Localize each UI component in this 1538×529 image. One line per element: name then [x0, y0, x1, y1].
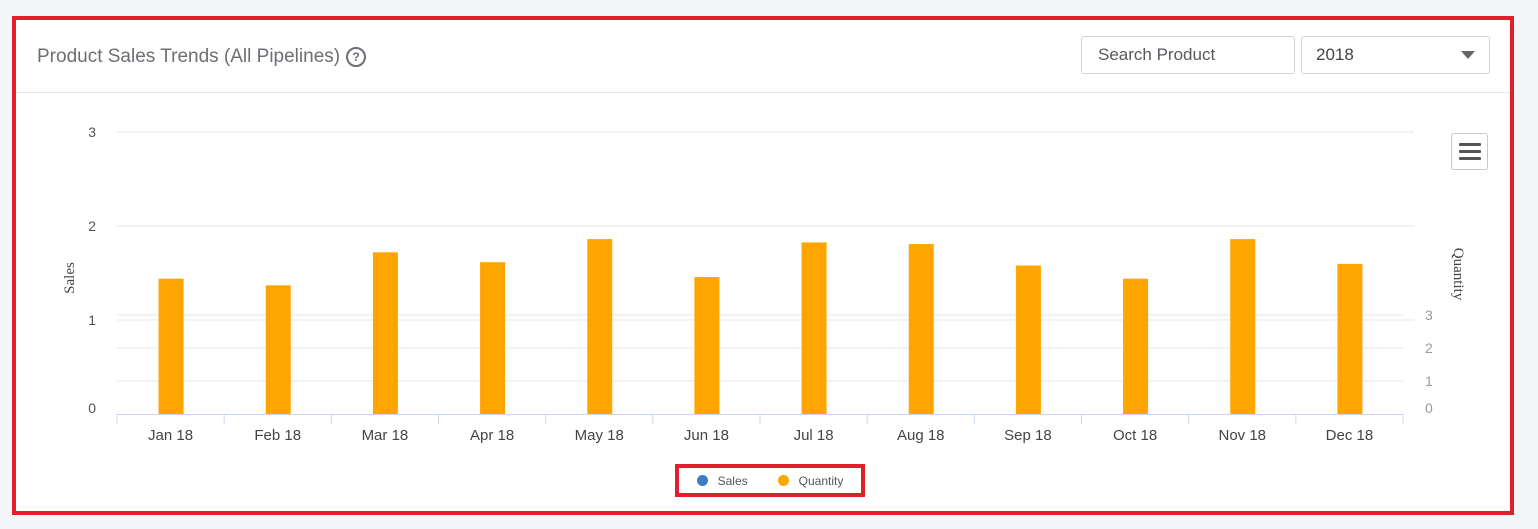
quantity-bar	[372, 252, 398, 414]
sales-trend-chart: Jan 18 Feb 18 Mar 18 Apr 18 May 18 Jun 18 Jul …	[62, 124, 1466, 444]
x-tick-label: Jun 18	[684, 427, 729, 444]
legend-label-quantity: Quantity	[798, 473, 844, 488]
quantity-bar	[158, 278, 184, 414]
x-tick-label: Jan 18	[148, 427, 193, 444]
x-tick-label: Feb 18	[254, 427, 301, 444]
x-tick-label: Mar 18	[362, 427, 409, 444]
y-right-tick-label: 0	[1425, 400, 1433, 416]
x-tick-label: Oct 18	[1113, 427, 1157, 444]
y-left-tick-label: 1	[88, 312, 96, 328]
x-tick-label: Sep 18	[1004, 427, 1052, 444]
hamburger-icon-line	[1458, 157, 1481, 160]
quantity-bar	[265, 285, 291, 414]
y-left-tick-label: 0	[88, 400, 96, 416]
quantity-bar	[1337, 263, 1363, 414]
y-left-tick-label: 3	[88, 124, 96, 140]
y-left-axis-title: Sales	[62, 262, 78, 294]
quantity-bar	[1230, 239, 1256, 414]
quantity-bar	[1123, 278, 1149, 414]
chart-panel: Product Sales Trends (All Pipelines) ? 2…	[12, 16, 1514, 515]
x-tick-label: May 18	[575, 427, 624, 444]
hamburger-icon-line	[1458, 143, 1481, 146]
y-left-tick-label: 2	[88, 218, 96, 234]
x-tick-label: Dec 18	[1326, 427, 1374, 444]
y-right-tick-label: 3	[1425, 307, 1433, 323]
x-tick-label: Aug 18	[897, 427, 945, 444]
quantity-bar	[1015, 265, 1041, 414]
quantity-bar	[908, 244, 934, 414]
y-right-axis-title: Quantity	[1450, 248, 1466, 301]
quantity-bar	[801, 242, 827, 414]
x-tick-label: Jul 18	[794, 427, 834, 444]
chart-menu-button[interactable]	[1451, 133, 1488, 170]
chart-legend: Sales Quantity	[675, 464, 865, 497]
y-right-tick-label: 2	[1425, 340, 1433, 356]
x-tick-label: Apr 18	[470, 427, 514, 444]
legend-item-quantity[interactable]: Quantity	[777, 473, 844, 488]
x-tick-label: Nov 18	[1218, 427, 1266, 444]
quantity-bar	[480, 262, 506, 414]
legend-label-sales: Sales	[717, 473, 748, 488]
hamburger-icon-line	[1458, 150, 1481, 153]
quantity-bar	[587, 239, 613, 414]
quantity-bar	[694, 277, 720, 414]
legend-dot-quantity	[777, 475, 789, 486]
y-right-tick-label: 1	[1425, 373, 1433, 389]
legend-dot-sales	[696, 475, 708, 486]
legend-item-sales[interactable]: Sales	[696, 473, 748, 488]
